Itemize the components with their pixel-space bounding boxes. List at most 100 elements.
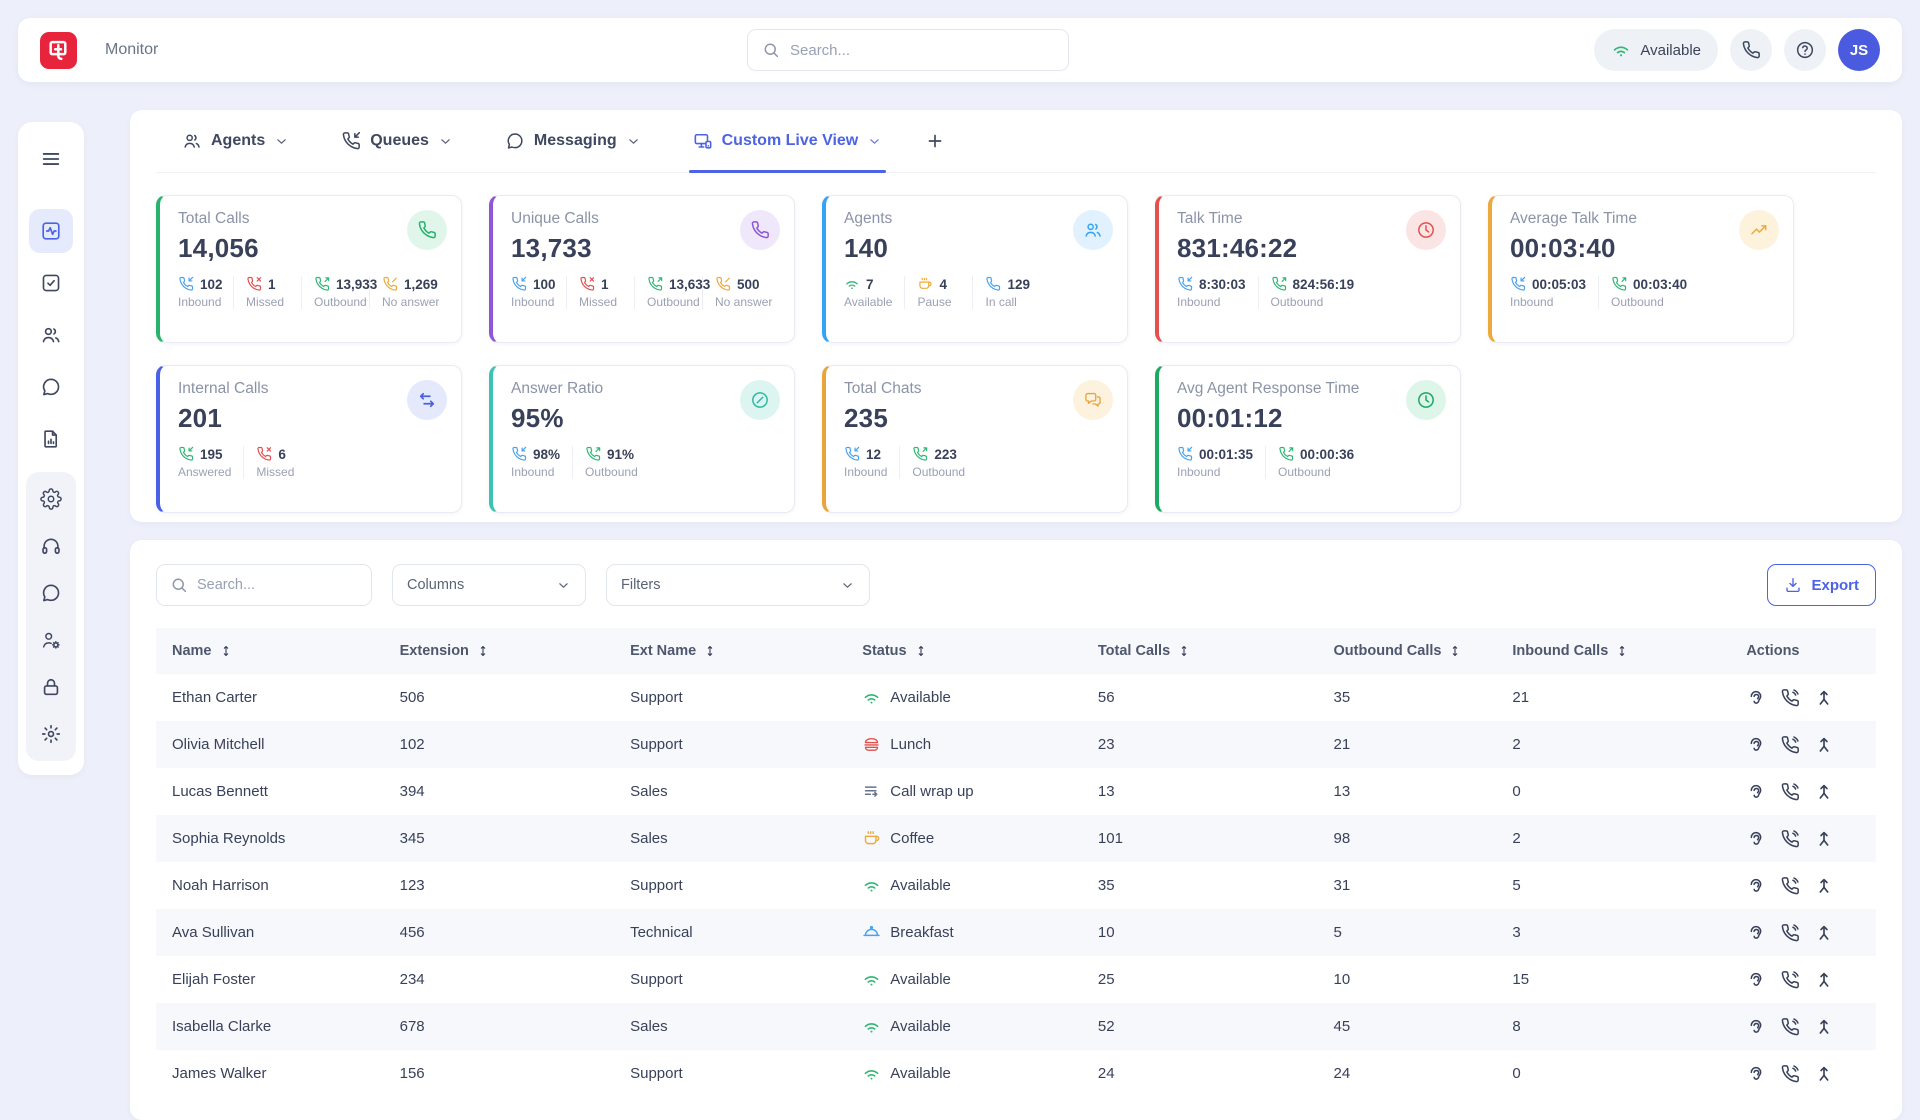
sidebar-item-chat[interactable] [29, 365, 73, 409]
listen-action-button[interactable] [1746, 923, 1766, 943]
takeover-action-button[interactable] [1814, 970, 1834, 990]
call-action-button[interactable] [1780, 923, 1800, 943]
cell-total-calls: 35 [1090, 862, 1326, 909]
column-status[interactable]: Status [854, 628, 1090, 674]
sidebar-item-contacts[interactable] [29, 313, 73, 357]
brand-logo-icon[interactable] [40, 32, 77, 69]
sort-icon[interactable] [1177, 644, 1191, 658]
listen-action-button[interactable] [1746, 970, 1766, 990]
avatar[interactable]: JS [1838, 29, 1880, 71]
column-label: Inbound Calls [1512, 643, 1608, 659]
sort-icon[interactable] [219, 644, 233, 658]
card-stat: 98%Inbound [511, 446, 573, 479]
sidebar [18, 122, 84, 775]
table-row: Lucas Bennett394SalesCall wrap up13130 [156, 768, 1876, 815]
stat-label: Outbound [1611, 295, 1687, 309]
global-search[interactable] [747, 29, 1069, 71]
cell-name: Isabella Clarke [156, 1003, 392, 1050]
column-total-calls[interactable]: Total Calls [1090, 628, 1326, 674]
cell-name: Ava Sullivan [156, 909, 392, 956]
card-title: Agents [844, 210, 892, 228]
sort-icon[interactable] [476, 644, 490, 658]
cell-outbound-calls: 5 [1326, 909, 1505, 956]
stat-value: 6 [278, 447, 286, 462]
sidebar-item-menu-toggle[interactable] [29, 137, 73, 181]
call-action-button[interactable] [1780, 876, 1800, 896]
tab-messaging[interactable]: Messaging [479, 110, 667, 172]
table-search[interactable] [156, 564, 372, 606]
sort-icon[interactable] [1615, 644, 1629, 658]
listen-action-button[interactable] [1746, 829, 1766, 849]
column-inbound-calls[interactable]: Inbound Calls [1504, 628, 1738, 674]
takeover-action-button[interactable] [1814, 782, 1834, 802]
tabs: AgentsQueuesMessagingCustom Live View [156, 110, 1876, 173]
listen-action-button[interactable] [1746, 1017, 1766, 1037]
call-action-button[interactable] [1780, 829, 1800, 849]
listen-action-button[interactable] [1746, 688, 1766, 708]
column-outbound-calls[interactable]: Outbound Calls [1326, 628, 1505, 674]
card-value: 831:46:22 [1177, 233, 1297, 264]
status-label: Breakfast [890, 924, 953, 941]
tab-agents[interactable]: Agents [156, 110, 315, 172]
cell-inbound-calls: 8 [1504, 1003, 1738, 1050]
stat-label: Inbound [511, 465, 560, 479]
status-label: Available [890, 1065, 951, 1082]
takeover-action-button[interactable] [1814, 829, 1834, 849]
column-extension[interactable]: Extension [392, 628, 622, 674]
sidebar-item-tasks[interactable] [29, 261, 73, 305]
sidebar-item-support[interactable] [29, 524, 73, 568]
tab-custom-live-view[interactable]: Custom Live View [667, 110, 909, 172]
sidebar-item-reports[interactable] [29, 417, 73, 461]
takeover-action-button[interactable] [1814, 1017, 1834, 1037]
takeover-action-button[interactable] [1814, 735, 1834, 755]
cell-extension: 234 [392, 956, 622, 1003]
add-view-button[interactable] [916, 122, 954, 160]
sort-icon[interactable] [914, 644, 928, 658]
column-ext-name[interactable]: Ext Name [622, 628, 854, 674]
filters-dropdown[interactable]: Filters [606, 564, 870, 606]
takeover-action-button[interactable] [1814, 1064, 1834, 1084]
call-action-button[interactable] [1780, 735, 1800, 755]
export-button[interactable]: Export [1767, 564, 1876, 606]
availability-status[interactable]: Available [1594, 29, 1718, 71]
sidebar-item-monitor[interactable] [29, 209, 73, 253]
call-action-button[interactable] [1780, 688, 1800, 708]
table-search-input[interactable] [197, 577, 358, 593]
search-icon [762, 41, 780, 59]
sidebar-item-user-settings[interactable] [29, 618, 73, 662]
table-toolbar: Columns Filters Export [156, 564, 1876, 606]
call-action-button[interactable] [1780, 970, 1800, 990]
listen-action-button[interactable] [1746, 782, 1766, 802]
cell-status: Lunch [854, 721, 1090, 768]
help-button[interactable] [1784, 29, 1826, 71]
sort-icon[interactable] [703, 644, 717, 658]
card-title: Talk Time [1177, 210, 1297, 228]
takeover-action-button[interactable] [1814, 688, 1834, 708]
phone-incoming-icon [1177, 446, 1193, 462]
sidebar-item-system[interactable] [29, 712, 73, 756]
cell-status: Call wrap up [854, 768, 1090, 815]
status-label: Call wrap up [890, 783, 973, 800]
listen-action-button[interactable] [1746, 735, 1766, 755]
takeover-action-button[interactable] [1814, 876, 1834, 896]
takeover-action-button[interactable] [1814, 923, 1834, 943]
call-action-button[interactable] [1780, 1017, 1800, 1037]
percent-icon [740, 380, 780, 420]
sort-icon[interactable] [1448, 644, 1462, 658]
call-action-button[interactable] [1780, 1064, 1800, 1084]
sidebar-item-messages[interactable] [29, 571, 73, 615]
kpi-card-total-calls: Total Calls14,056102Inbound1Missed13,933… [156, 195, 462, 343]
sidebar-item-settings[interactable] [29, 477, 73, 521]
global-search-input[interactable] [790, 42, 1054, 59]
stat-label: In call [985, 295, 1030, 309]
sidebar-item-security[interactable] [29, 665, 73, 709]
listen-action-button[interactable] [1746, 876, 1766, 896]
card-value: 13,733 [511, 233, 599, 264]
columns-dropdown[interactable]: Columns [392, 564, 586, 606]
call-action-button[interactable] [1780, 782, 1800, 802]
phone-button[interactable] [1730, 29, 1772, 71]
stat-label: Inbound [511, 295, 554, 309]
column-name[interactable]: Name [156, 628, 392, 674]
listen-action-button[interactable] [1746, 1064, 1766, 1084]
tab-queues[interactable]: Queues [315, 110, 479, 172]
